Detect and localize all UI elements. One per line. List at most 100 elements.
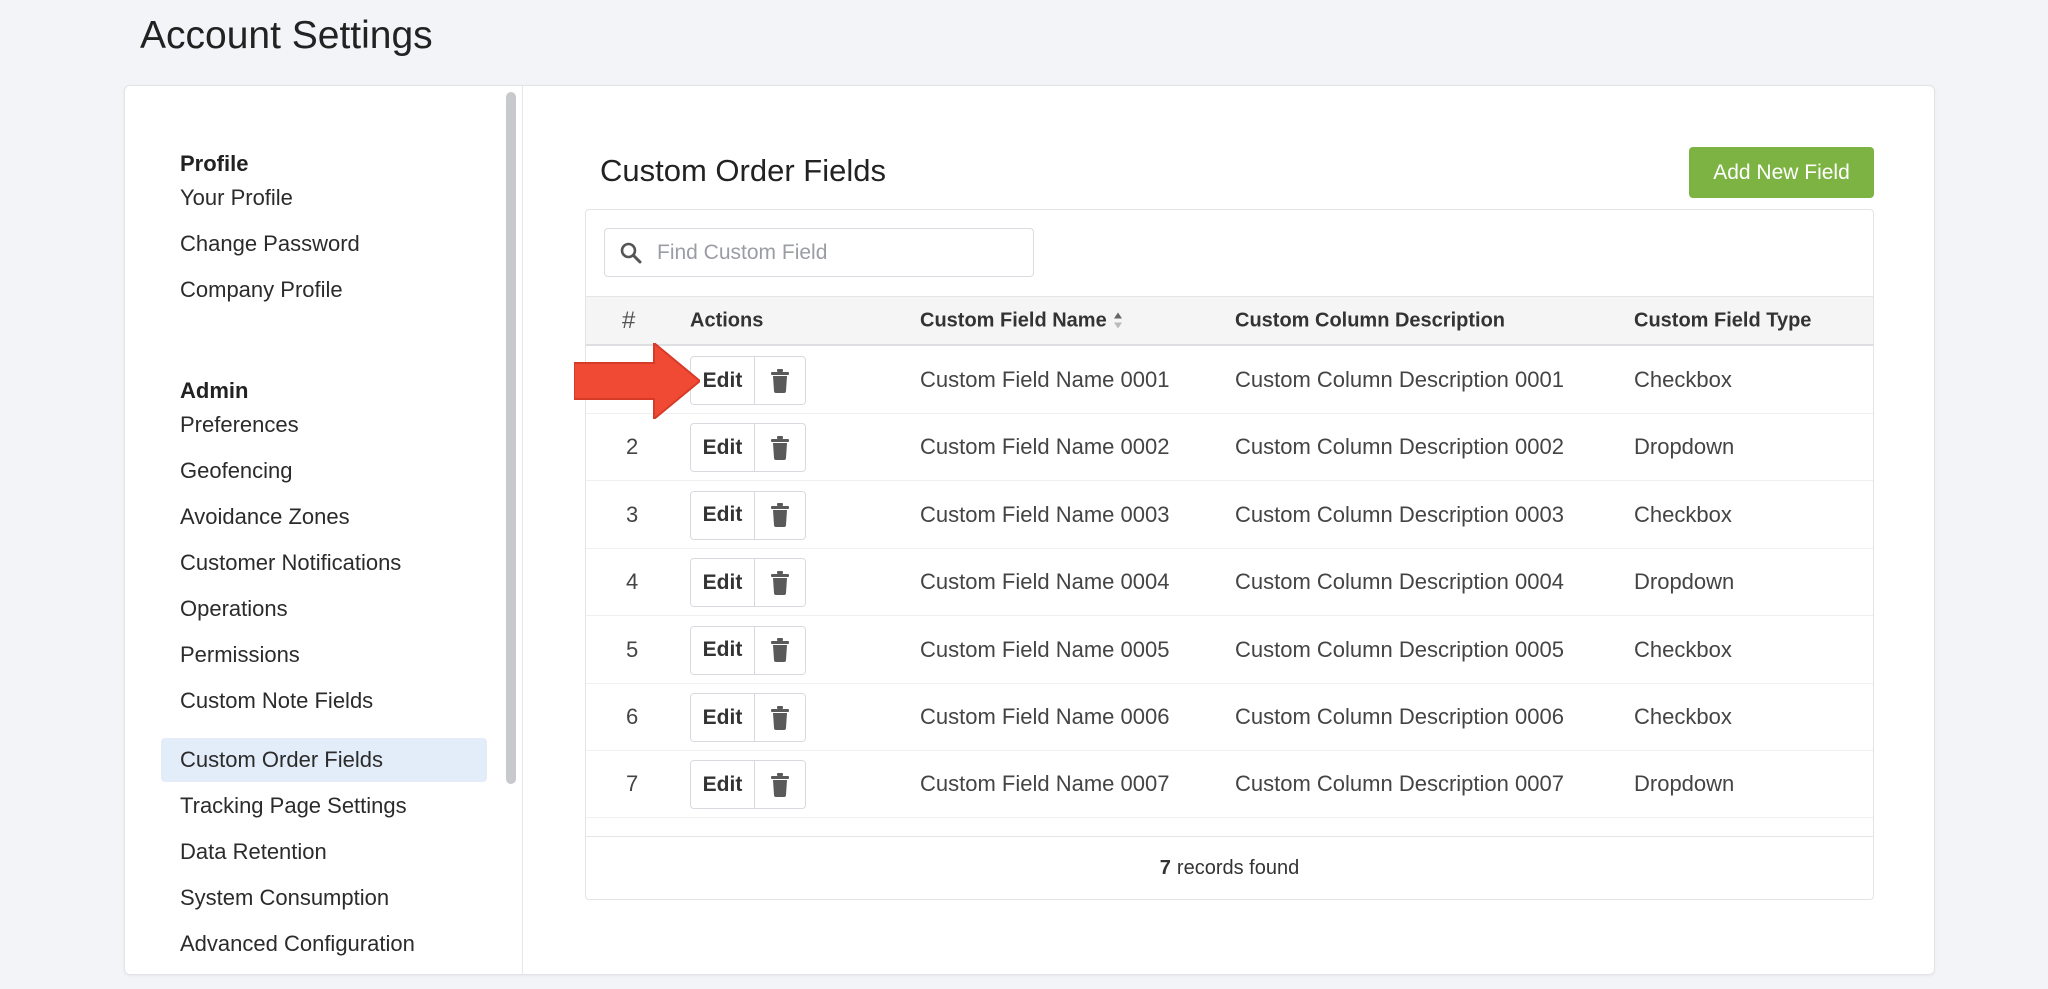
table-row: 6 Edit Custom Field Name 0006 Custom Column…: [586, 684, 1873, 751]
red-arrow-icon: [574, 343, 700, 419]
sort-icon[interactable]: [1113, 312, 1123, 330]
sidebar-item-custom-order-fields[interactable]: Custom Order Fields: [161, 738, 487, 782]
edit-button[interactable]: Edit: [691, 626, 755, 674]
field-description: Custom Column Description 0007: [1235, 771, 1564, 797]
delete-button[interactable]: [755, 626, 805, 674]
row-number: 3: [626, 501, 639, 527]
column-header-actions: Actions: [690, 309, 764, 331]
delete-button[interactable]: [755, 694, 805, 741]
sidebar-item-avoidance-zones[interactable]: Avoidance Zones: [161, 495, 487, 539]
field-description: Custom Column Description 0004: [1235, 569, 1564, 595]
settings-card: Profile Your Profile Change Password Com…: [124, 85, 1935, 975]
field-name: Custom Field Name 0005: [920, 636, 1170, 662]
section-title: Custom Order Fields: [600, 153, 886, 188]
field-type: Dropdown: [1634, 771, 1735, 797]
column-header-type: Custom Field Type: [1634, 309, 1812, 331]
sidebar-item-your-profile[interactable]: Your Profile: [161, 176, 487, 220]
sidebar-item-tracking-page-settings[interactable]: Tracking Page Settings: [161, 784, 487, 828]
sidebar-item-custom-note-fields[interactable]: Custom Note Fields: [161, 679, 487, 723]
trash-icon: [771, 368, 789, 393]
edit-button[interactable]: Edit: [691, 491, 755, 539]
edit-button[interactable]: Edit: [691, 357, 755, 404]
field-name: Custom Field Name 0002: [920, 434, 1170, 460]
delete-button[interactable]: [755, 424, 805, 472]
custom-fields-table: # Actions Custom Field Name Custom Colum…: [585, 209, 1874, 900]
sidebar-item-customer-notifications[interactable]: Customer Notifications: [161, 541, 487, 585]
sidebar-item-company-profile[interactable]: Company Profile: [161, 268, 487, 312]
field-name: Custom Field Name 0004: [920, 569, 1170, 595]
field-type: Dropdown: [1634, 569, 1735, 595]
field-description: Custom Column Description 0005: [1235, 636, 1564, 662]
row-actions: Edit: [690, 558, 806, 608]
sidebar-item-advanced-configuration[interactable]: Advanced Configuration: [161, 922, 487, 966]
search-input[interactable]: [657, 240, 1017, 265]
row-number: 6: [626, 704, 639, 729]
table-row: 4 Edit Custom Field Name 0004 Custom Column…: [586, 549, 1873, 617]
records-count: 7: [1159, 856, 1171, 879]
sidebar-item-preferences[interactable]: Preferences: [161, 403, 487, 447]
delete-button[interactable]: [755, 559, 805, 607]
table-row: 3 Edit Custom Field Name 0003 Custom Column…: [586, 482, 1873, 549]
table-row: 7 Edit Custom Field Name 0007 Custom Column…: [586, 751, 1873, 819]
field-name: Custom Field Name 0006: [920, 704, 1170, 729]
field-type: Checkbox: [1634, 704, 1732, 729]
trash-icon: [771, 570, 789, 595]
field-name: Custom Field Name 0003: [920, 501, 1170, 527]
edit-button[interactable]: Edit: [691, 559, 755, 607]
edit-button[interactable]: Edit: [691, 694, 755, 741]
field-description: Custom Column Description 0006: [1235, 704, 1564, 729]
main-content: Custom Order Fields Add New Field # Acti…: [523, 86, 1934, 974]
page-title: Account Settings: [140, 14, 433, 57]
field-type: Checkbox: [1634, 636, 1732, 662]
column-header-name-label: Custom Field Name: [920, 309, 1107, 331]
field-description: Custom Column Description 0001: [1235, 367, 1564, 392]
row-actions: Edit: [690, 356, 806, 405]
sidebar-item-operations[interactable]: Operations: [161, 587, 487, 631]
field-name: Custom Field Name 0007: [920, 771, 1170, 797]
table-row: 2 Edit Custom Field Name 0002 Custom Column…: [586, 414, 1873, 482]
row-number: 2: [626, 434, 639, 460]
column-header-number: #: [622, 306, 636, 334]
records-footer: 7 records found: [586, 836, 1873, 899]
field-description: Custom Column Description 0002: [1235, 434, 1564, 460]
sidebar-item-permissions[interactable]: Permissions: [161, 633, 487, 677]
row-actions: Edit: [690, 693, 806, 742]
edit-button[interactable]: Edit: [691, 424, 755, 472]
sidebar-item-data-retention[interactable]: Data Retention: [161, 830, 487, 874]
search-icon: [620, 242, 642, 263]
sidebar-item-geofencing[interactable]: Geofencing: [161, 449, 487, 493]
table-row: 5 Edit Custom Field Name 0005 Custom Column…: [586, 617, 1873, 684]
row-number: 5: [626, 636, 639, 662]
trash-icon: [771, 638, 789, 663]
trash-icon: [771, 435, 789, 460]
row-actions: Edit: [690, 490, 806, 540]
field-name: Custom Field Name 0001: [920, 367, 1170, 392]
sidebar-heading-admin: Admin: [180, 378, 249, 403]
trash-icon: [771, 772, 789, 797]
column-header-name[interactable]: Custom Field Name: [920, 309, 1123, 332]
row-number: 7: [626, 771, 639, 797]
delete-button[interactable]: [755, 357, 805, 404]
edit-button[interactable]: Edit: [691, 761, 755, 809]
table-row: 1EditCustom Field Name 0001Custom Column…: [586, 347, 1873, 414]
row-actions: Edit: [690, 423, 806, 473]
field-type: Dropdown: [1634, 434, 1735, 460]
field-description: Custom Column Description 0003: [1235, 501, 1564, 527]
trash-icon: [771, 503, 789, 528]
delete-button[interactable]: [755, 761, 805, 809]
field-type: Checkbox: [1634, 501, 1732, 527]
settings-sidebar: Profile Your Profile Change Password Com…: [125, 86, 523, 974]
sidebar-scrollbar[interactable]: [506, 92, 516, 784]
sidebar-item-system-consumption[interactable]: System Consumption: [161, 876, 487, 920]
sidebar-item-change-password[interactable]: Change Password: [161, 222, 487, 266]
add-new-field-button[interactable]: Add New Field: [1689, 147, 1874, 198]
row-actions: Edit: [690, 625, 806, 675]
table-header: # Actions Custom Field Name Custom Colum…: [586, 296, 1873, 346]
search-box[interactable]: [604, 228, 1034, 277]
column-header-description: Custom Column Description: [1235, 309, 1506, 331]
row-number: 4: [626, 569, 639, 595]
field-type: Checkbox: [1634, 367, 1732, 392]
row-actions: Edit: [690, 760, 806, 810]
records-text: records found: [1176, 856, 1300, 879]
delete-button[interactable]: [755, 491, 805, 539]
